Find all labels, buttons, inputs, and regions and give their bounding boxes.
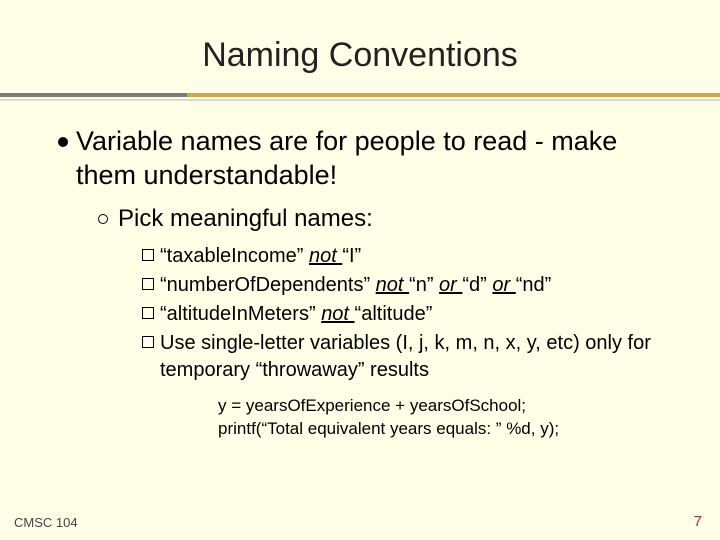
title-divider <box>0 93 720 97</box>
footer-page-number: 7 <box>694 513 702 530</box>
code-line: y = yearsOfExperience + yearsOfSchool; <box>218 394 662 418</box>
good-name: “taxableIncome” <box>160 245 303 267</box>
bad-name: “n” <box>409 274 433 296</box>
good-name: “numberOfDependents” <box>160 274 370 296</box>
level3-item: “numberOfDependents” not “n” or “d” or “… <box>142 272 662 299</box>
bad-name: “d” <box>462 274 486 296</box>
or-word: or <box>492 274 515 296</box>
circle-bullet-icon <box>98 214 108 224</box>
good-name: “altitudeInMeters” <box>160 303 316 325</box>
not-word: not <box>321 303 354 325</box>
level3-item: “altitudeInMeters” not “altitude” <box>142 301 662 328</box>
level3-text: “taxableIncome” not “I” <box>160 243 361 270</box>
code-line: printf(“Total equivalent years equals: ”… <box>218 417 662 441</box>
level3-text: “altitudeInMeters” not “altitude” <box>160 301 432 328</box>
level2-text: Pick meaningful names: <box>118 205 373 233</box>
level2-item: Pick meaningful names: <box>98 205 662 233</box>
level3-list: “taxableIncome” not “I” “numberOfDepende… <box>142 243 662 384</box>
level1-item: Variable names are for people to read - … <box>58 125 662 193</box>
level1-text: Variable names are for people to read - … <box>76 125 662 193</box>
bad-name: “altitude” <box>355 303 433 325</box>
square-bullet-icon <box>142 249 154 261</box>
code-example: y = yearsOfExperience + yearsOfSchool; p… <box>218 394 662 442</box>
not-word: not <box>309 245 342 267</box>
or-word: or <box>439 274 462 296</box>
level3-text: “numberOfDependents” not “n” or “d” or “… <box>160 272 551 299</box>
not-word: not <box>376 274 409 296</box>
level3-item: Use single-letter variables (I, j, k, m,… <box>142 330 662 384</box>
slide-body: Variable names are for people to read - … <box>0 101 720 441</box>
footer-course-code: CMSC 104 <box>14 515 78 530</box>
square-bullet-icon <box>142 278 154 290</box>
slide: Naming Conventions Variable names are fo… <box>0 0 720 540</box>
bad-name: “nd” <box>516 274 552 296</box>
level3-item: “taxableIncome” not “I” <box>142 243 662 270</box>
bad-name: “I” <box>342 245 361 267</box>
square-bullet-icon <box>142 307 154 319</box>
level3-text: Use single-letter variables (I, j, k, m,… <box>160 330 662 384</box>
slide-title: Naming Conventions <box>0 0 720 93</box>
square-bullet-icon <box>142 336 154 348</box>
disc-bullet-icon <box>58 137 68 147</box>
